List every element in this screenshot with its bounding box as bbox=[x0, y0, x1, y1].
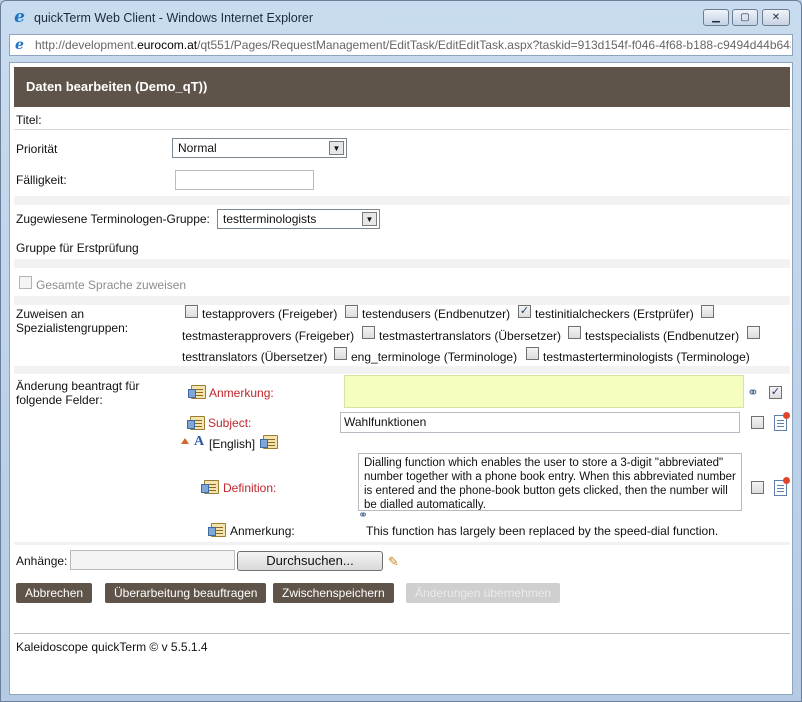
note-icon bbox=[187, 416, 205, 430]
definition-input[interactable]: Dialling function which enables the user… bbox=[358, 453, 742, 511]
minimize-button[interactable]: ▁ bbox=[703, 9, 729, 26]
divider bbox=[14, 129, 790, 130]
note-icon bbox=[208, 523, 226, 537]
browse-button[interactable]: Durchsuchen... bbox=[237, 551, 383, 571]
link-icon[interactable]: ⚭ bbox=[358, 508, 368, 522]
divider bbox=[14, 296, 790, 305]
attachment-file-field[interactable] bbox=[70, 550, 235, 570]
window-title: quickTerm Web Client - Windows Internet … bbox=[34, 11, 314, 25]
note-icon[interactable] bbox=[260, 435, 278, 449]
group-value: testterminologists bbox=[223, 212, 317, 226]
group-option-label: testmasterapprovers (Freigeber) bbox=[182, 329, 355, 343]
address-url[interactable]: http://development.eurocom.at/qt551/Page… bbox=[35, 38, 791, 52]
title-bar: e quickTerm Web Client - Windows Interne… bbox=[1, 1, 801, 33]
close-button[interactable]: ✕ bbox=[762, 9, 790, 26]
maximize-button[interactable]: ▢ bbox=[732, 9, 758, 26]
language-icon: A bbox=[194, 434, 205, 449]
assign-language-label: Gesamte Sprache zuweisen bbox=[36, 278, 187, 292]
note-icon bbox=[201, 480, 219, 494]
group-option-label: testspecialists (Endbenutzer) bbox=[585, 329, 740, 343]
due-label: Fälligkeit: bbox=[16, 173, 67, 187]
group-option-label: testapprovers (Freigeber) bbox=[202, 307, 338, 321]
apply-changes-button[interactable]: Änderungen übernehmen bbox=[406, 583, 561, 603]
priority-value: Normal bbox=[178, 141, 217, 155]
language-label: [English] bbox=[209, 437, 256, 451]
divider bbox=[14, 259, 790, 268]
url-path: /qt551/Pages/RequestManagement/EditTask/… bbox=[197, 38, 791, 52]
group-checkbox[interactable] bbox=[334, 347, 347, 360]
group-checkbox[interactable] bbox=[185, 305, 198, 318]
remark2-value: This function has largely been replaced … bbox=[366, 524, 719, 538]
title-label: Titel: bbox=[16, 113, 42, 127]
subject-checkbox[interactable] bbox=[751, 416, 764, 429]
footer-version: Kaleidoscope quickTerm © v 5.5.1.4 bbox=[16, 640, 208, 654]
group-option-label: testtranslators (Übersetzer) bbox=[182, 350, 328, 364]
form-header: Daten bearbeiten (Demo_qT)) bbox=[14, 67, 790, 107]
group-checkbox-checked[interactable]: ✓ bbox=[518, 305, 531, 318]
request-revision-button[interactable]: Überarbeitung beauftragen bbox=[105, 583, 267, 603]
remark-checkbox[interactable]: ✓ bbox=[769, 386, 782, 399]
subject-value: Wahlfunktionen bbox=[344, 415, 427, 429]
expand-arrow-icon[interactable] bbox=[181, 438, 189, 444]
specialists-label: Zuweisen an Spezialistengruppen: bbox=[16, 307, 129, 335]
definition-label: Definition: bbox=[223, 481, 277, 495]
first-check-group-label: Gruppe für Erstprüfung bbox=[16, 241, 139, 255]
page-content: Daten bearbeiten (Demo_qT)) Titel: Prior… bbox=[9, 62, 793, 695]
footer-divider bbox=[14, 633, 790, 634]
due-date-field[interactable] bbox=[175, 170, 314, 190]
divider bbox=[14, 366, 790, 374]
remark-label: Anmerkung: bbox=[209, 386, 274, 400]
group-checkbox[interactable] bbox=[568, 326, 581, 339]
group-label: Zugewiesene Terminologen-Gruppe: bbox=[16, 212, 210, 226]
page-icon: e bbox=[15, 37, 24, 53]
divider bbox=[14, 542, 790, 545]
paperclip-icon[interactable]: ✎ bbox=[388, 554, 399, 570]
definition-checkbox[interactable] bbox=[751, 481, 764, 494]
group-checkbox[interactable] bbox=[701, 305, 714, 318]
group-select[interactable]: testterminologists ▼ bbox=[217, 209, 380, 229]
chevron-down-icon[interactable]: ▼ bbox=[362, 212, 377, 226]
edit-document-icon[interactable] bbox=[774, 477, 790, 496]
changes-label: Änderung beantragt für folgende Felder: bbox=[16, 379, 140, 407]
subject-input[interactable]: Wahlfunktionen bbox=[340, 412, 740, 433]
url-prefix: http://development. bbox=[35, 38, 138, 52]
group-option-label: testmastertranslators (Übersetzer) bbox=[379, 329, 562, 343]
group-checkbox[interactable] bbox=[345, 305, 358, 318]
group-option-label: testendusers (Endbenutzer) bbox=[362, 307, 511, 321]
group-option-label: testmasterterminologists (Terminologe) bbox=[543, 350, 750, 364]
priority-select[interactable]: Normal ▼ bbox=[172, 138, 347, 158]
group-option-label: testinitialcheckers (Erstprüfer) bbox=[535, 307, 694, 321]
note-icon bbox=[188, 385, 206, 399]
group-option-label: eng_terminologe (Terminologe) bbox=[351, 350, 518, 364]
subject-label: Subject: bbox=[208, 416, 252, 430]
link-icon[interactable]: ⚭ bbox=[747, 384, 759, 401]
divider bbox=[14, 196, 790, 205]
address-bar[interactable]: e http://development.eurocom.at/qt551/Pa… bbox=[9, 34, 793, 56]
group-checkbox[interactable] bbox=[362, 326, 375, 339]
edit-document-icon[interactable] bbox=[774, 412, 790, 431]
save-draft-button[interactable]: Zwischenspeichern bbox=[273, 583, 394, 603]
cancel-button[interactable]: Abbrechen bbox=[16, 583, 93, 603]
attachments-label: Anhänge: bbox=[16, 554, 68, 568]
browser-window: e quickTerm Web Client - Windows Interne… bbox=[0, 0, 802, 702]
remark2-label: Anmerkung: bbox=[230, 524, 295, 538]
priority-label: Priorität bbox=[16, 142, 58, 156]
group-checkbox[interactable] bbox=[526, 347, 539, 360]
url-host: eurocom.at bbox=[137, 38, 198, 52]
ie-icon: e bbox=[14, 7, 25, 27]
remark-input[interactable] bbox=[344, 375, 744, 408]
group-checkbox[interactable] bbox=[747, 326, 760, 339]
assign-language-checkbox[interactable] bbox=[19, 276, 32, 289]
chevron-down-icon[interactable]: ▼ bbox=[329, 141, 344, 155]
